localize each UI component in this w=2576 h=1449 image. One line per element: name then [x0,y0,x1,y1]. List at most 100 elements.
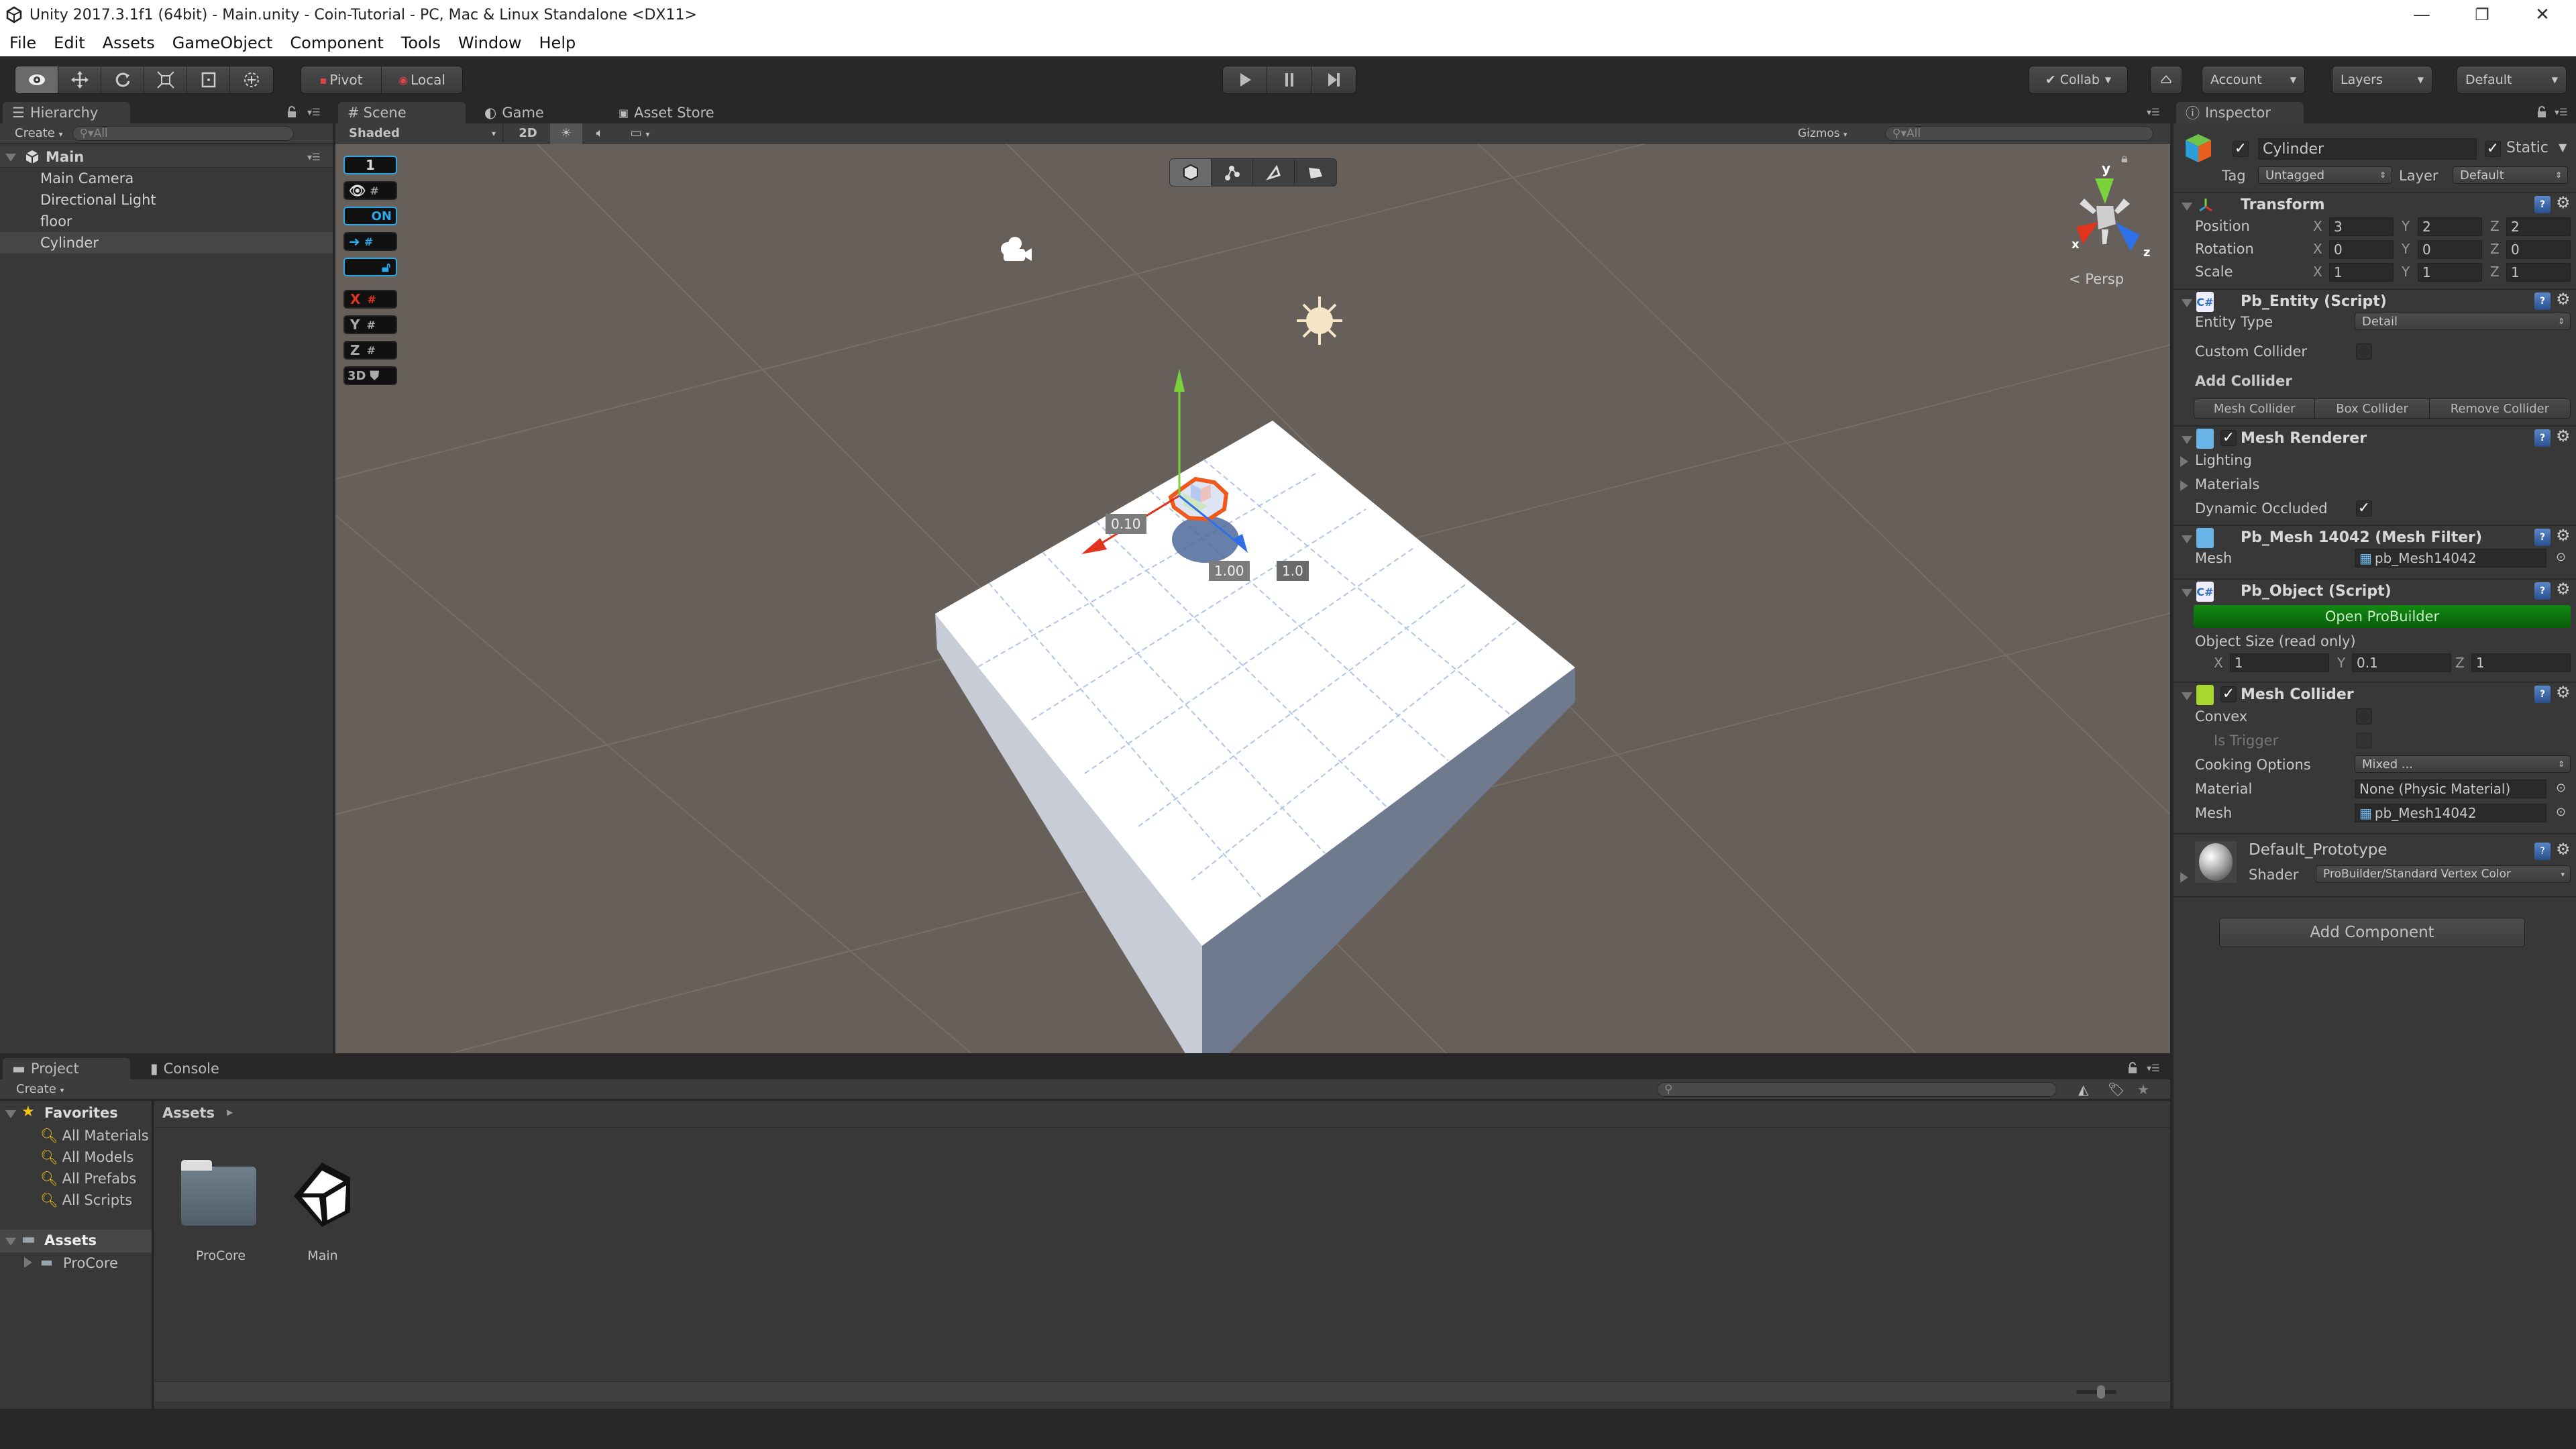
probuilder-y-grid-toggle[interactable]: Y # [343,315,397,334]
menu-help[interactable]: Help [539,34,576,52]
mesh-collider-enabled-checkbox[interactable]: ✓ [2220,686,2237,702]
assets-root-row[interactable]: ▬ Assets [0,1230,152,1252]
scene-menu-icon[interactable]: ▾☰ [307,152,323,163]
probuilder-handle-size-toggle[interactable]: 1 [343,156,397,174]
tab-project[interactable]: ▬ Project [3,1058,130,1079]
gizmos-dropdown[interactable]: Gizmos ▾ [1798,127,1847,140]
play-button[interactable] [1223,66,1267,93]
tab-hierarchy[interactable]: ☰ Hierarchy [3,102,130,123]
position-x-input[interactable]: 3 [2329,217,2394,236]
menu-assets[interactable]: Assets [103,34,155,52]
menu-gameobject[interactable]: GameObject [172,34,273,52]
asset-item-folder[interactable]: ProCore [177,1136,264,1263]
pivot-button[interactable]: ▪ Pivot [301,66,382,93]
add-component-button[interactable]: Add Component [2219,918,2525,947]
favorite-item[interactable]: 🔍︎ All Scripts [40,1192,132,1209]
pause-button[interactable] [1267,66,1311,93]
asset-tree-item[interactable]: ▬ ProCore [0,1252,152,1274]
collapse-triangle-icon[interactable] [2182,203,2192,211]
scene-search-input[interactable]: ⚲▾ All [1885,125,2153,141]
gizmo-y-cone[interactable] [2095,178,2114,204]
position-y-input[interactable]: 2 [2418,217,2482,236]
layers-dropdown[interactable]: Layers ▼ [2332,66,2432,94]
probuilder-z-grid-toggle[interactable]: Z # [343,341,397,360]
cloud-button[interactable] [2150,66,2182,94]
panel-menu-icon[interactable]: ▾☰ [2147,107,2163,118]
collapse-triangle-icon[interactable] [2182,436,2192,444]
lighting-foldout[interactable]: Lighting [2195,452,2252,468]
edge-mode-button[interactable] [1253,159,1295,186]
expand-triangle-icon[interactable] [5,1110,16,1118]
gizmo-x-cone[interactable] [2076,222,2098,244]
tab-asset-store[interactable]: ▣ Asset Store [609,102,724,123]
hierarchy-item[interactable]: Directional Light [0,189,333,211]
static-checkbox[interactable]: ✓ [2485,141,2501,157]
object-picker-icon[interactable]: ⊙ [2556,550,2566,564]
transform-tool-button[interactable] [230,66,273,93]
favorite-item[interactable]: 🔍︎ All Materials [40,1128,149,1144]
create-dropdown[interactable]: Create ▾ [15,126,63,140]
hierarchy-item[interactable]: Main Camera [0,168,333,189]
collapse-triangle-icon[interactable] [2182,535,2192,543]
light-gizmo-icon[interactable] [1297,297,1342,345]
expand-triangle-icon[interactable] [5,154,16,162]
breadcrumb-assets[interactable]: Assets [162,1105,215,1121]
entity-type-dropdown[interactable]: Detail ⇕ [2355,313,2571,330]
mesh-collider-header[interactable]: ✓ Mesh Collider ? ⚙ [2174,682,2576,706]
custom-collider-checkbox[interactable] [2356,343,2372,360]
gizmo-neg-z-cone[interactable] [2114,199,2130,214]
gizmo-neg-y-cone[interactable] [2102,229,2108,244]
projection-toggle[interactable]: < Persp [2069,271,2124,287]
collider-mesh-field[interactable]: ▦ pb_Mesh14042 [2355,804,2546,822]
cooking-options-dropdown[interactable]: Mixed ... ⇕ [2355,755,2571,773]
probuilder-visibility-toggle[interactable]: 👁︎ # [343,181,397,200]
panel-menu-icon[interactable]: ▾☰ [307,107,323,118]
scene-root-row[interactable]: Main ▾☰ [0,146,333,168]
lighting-toggle[interactable]: ☀ [550,123,582,144]
object-mode-button[interactable] [1170,159,1212,186]
rotate-tool-button[interactable] [101,66,144,93]
scale-tool-button[interactable] [144,66,187,93]
materials-foldout[interactable]: Materials [2195,476,2259,492]
face-mode-button[interactable] [1295,159,1336,186]
gizmo-neg-x-cone[interactable] [2080,199,2096,214]
scene-viewport[interactable]: 0.10 1.00 1.0 1 👁︎ # ON ➜ # 🔓︎ X # Y # Z # 3D… [335,144,2170,1053]
project-search-input[interactable]: ⚲ [1657,1081,2057,1097]
vertex-mode-button[interactable] [1212,159,1253,186]
lock-icon[interactable] [2128,1062,2137,1074]
gear-icon[interactable]: ⚙ [2556,840,2571,859]
gear-icon[interactable]: ⚙ [2556,290,2571,309]
account-dropdown[interactable]: Account ▼ [2202,66,2305,94]
gear-icon[interactable]: ⚙ [2556,683,2571,702]
probuilder-x-grid-toggle[interactable]: X # [343,290,397,309]
zoom-slider-thumb[interactable] [2097,1385,2105,1399]
menu-file[interactable]: File [9,34,36,52]
lock-icon[interactable] [2537,106,2546,118]
position-z-input[interactable]: 2 [2506,217,2571,236]
expand-triangle-icon[interactable] [5,1238,16,1246]
2d-toggle[interactable]: 2D [511,126,545,140]
gear-icon[interactable]: ⚙ [2556,580,2571,598]
menu-window[interactable]: Window [458,34,522,52]
gear-icon[interactable]: ⚙ [2556,193,2571,212]
asset-item-scene[interactable]: Main [279,1136,366,1263]
restore-button[interactable]: ❐ [2452,0,2512,30]
mesh-renderer-header[interactable]: ✓ Mesh Renderer ? ⚙ [2174,425,2576,449]
mesh-collider-button[interactable]: Mesh Collider [2194,399,2316,418]
camera-gizmo-icon[interactable] [1001,237,1032,261]
rotation-z-input[interactable]: 0 [2506,240,2571,259]
active-checkbox[interactable]: ✓ [2233,141,2249,157]
tag-dropdown[interactable]: Untagged ⇕ [2258,166,2392,184]
mesh-filter-header[interactable]: Pb_Mesh 14042 (Mesh Filter) ? ⚙ [2174,525,2576,549]
pb-object-header[interactable]: C# Pb_Object (Script) ? ⚙ [2174,578,2576,602]
menu-edit[interactable]: Edit [54,34,85,52]
physic-material-field[interactable]: None (Physic Material) [2355,780,2546,798]
favorites-label[interactable]: Favorites [44,1105,118,1121]
local-button[interactable]: ◉ Local [382,66,462,93]
help-book-icon[interactable]: ? [2534,429,2551,447]
help-book-icon[interactable]: ? [2534,529,2551,546]
scale-y-input[interactable]: 1 [2418,263,2482,282]
scale-z-input[interactable]: 1 [2506,263,2571,282]
effects-dropdown[interactable]: ▭ ▾ [620,126,660,140]
gear-icon[interactable]: ⚙ [2556,526,2571,545]
